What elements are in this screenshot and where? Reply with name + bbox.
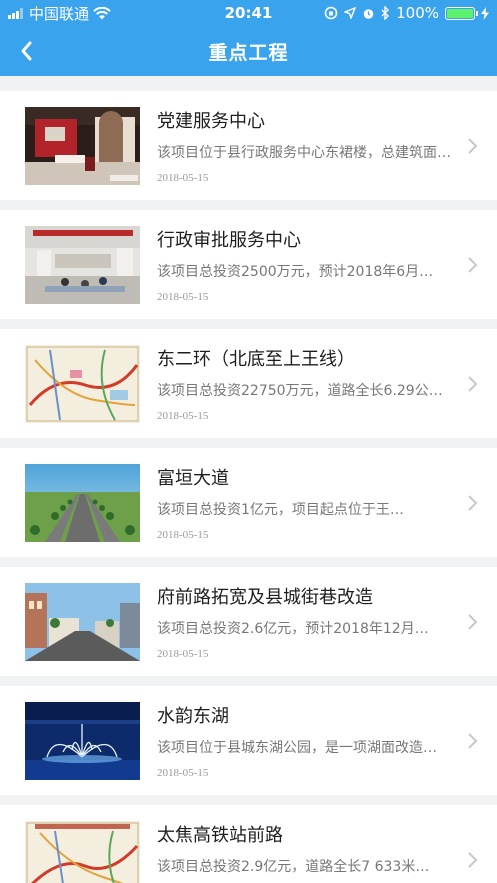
chevron-right-icon bbox=[468, 613, 478, 630]
item-title: 东二环（北底至上王线） bbox=[157, 349, 355, 370]
item-title: 水韵东湖 bbox=[157, 706, 229, 727]
list-item[interactable]: 东二环（北底至上王线） 该项目总投资22750万元，道路全长6.29公里… 20… bbox=[0, 329, 497, 438]
chevron-right-icon bbox=[468, 137, 478, 154]
signal-icon bbox=[8, 7, 23, 19]
item-description: 该项目总投资1亿元，项目起点位于王… bbox=[157, 502, 404, 518]
alarm-icon bbox=[363, 8, 374, 19]
item-date: 2018-05-15 bbox=[157, 291, 209, 303]
item-title: 行政审批服务中心 bbox=[157, 230, 301, 251]
list-item[interactable]: 党建服务中心 该项目位于县行政服务中心东裙楼，总建筑面积… 2018-05-15 bbox=[0, 91, 497, 200]
item-date: 2018-05-15 bbox=[157, 410, 209, 422]
charging-icon bbox=[481, 6, 489, 20]
bluetooth-icon bbox=[381, 6, 390, 20]
list-item[interactable]: 太焦高铁站前路 该项目总投资2.9亿元，道路全长7 633米… 2018-05-… bbox=[0, 805, 497, 883]
chevron-right-icon bbox=[468, 256, 478, 273]
item-body: 富垣大道 该项目总投资1亿元，项目起点位于王… 2018-05-15 bbox=[157, 464, 477, 541]
item-body: 府前路拓宽及县城街巷改造 该项目总投资2.6亿元，预计2018年12月… 201… bbox=[157, 583, 477, 660]
item-body: 水韵东湖 该项目位于县城东湖公园，是一项湖面改造… 2018-05-15 bbox=[157, 702, 477, 779]
chevron-right-icon bbox=[468, 494, 478, 511]
list-item[interactable]: 水韵东湖 该项目位于县城东湖公园，是一项湖面改造… 2018-05-15 bbox=[0, 686, 497, 795]
item-date: 2018-05-15 bbox=[157, 529, 209, 541]
item-body: 太焦高铁站前路 该项目总投资2.9亿元，道路全长7 633米… 2018-05-… bbox=[157, 821, 477, 883]
item-description: 该项目总投资2.9亿元，道路全长7 633米… bbox=[157, 859, 430, 875]
list-item[interactable]: 行政审批服务中心 该项目总投资2500万元，预计2018年6月… 2018-05… bbox=[0, 210, 497, 319]
page-title: 重点工程 bbox=[208, 41, 289, 64]
map-image bbox=[25, 344, 140, 423]
chevron-right-icon bbox=[468, 375, 478, 392]
item-date: 2018-05-15 bbox=[157, 172, 209, 184]
item-body: 党建服务中心 该项目位于县行政服务中心东裙楼，总建筑面积… 2018-05-15 bbox=[157, 107, 477, 184]
service-hall-photo bbox=[25, 225, 140, 304]
project-list: 党建服务中心 该项目位于县行政服务中心东裙楼，总建筑面积… 2018-05-15 bbox=[0, 76, 497, 883]
wifi-icon bbox=[93, 6, 111, 19]
location-icon bbox=[344, 7, 357, 19]
item-description: 该项目总投资2.6亿元，预计2018年12月… bbox=[157, 621, 429, 637]
item-date: 2018-05-15 bbox=[157, 767, 209, 779]
item-body: 行政审批服务中心 该项目总投资2500万元，预计2018年6月… 2018-05… bbox=[157, 226, 477, 303]
carrier-label: 中国联通 bbox=[29, 4, 90, 23]
status-left: 中国联通 bbox=[8, 3, 111, 24]
nav-bar: 重点工程 bbox=[0, 26, 497, 76]
item-description: 该项目位于县城东湖公园，是一项湖面改造… bbox=[157, 740, 437, 756]
fountain-photo bbox=[25, 701, 140, 780]
back-button[interactable] bbox=[6, 31, 46, 71]
street-photo bbox=[25, 582, 140, 661]
item-title: 府前路拓宽及县城街巷改造 bbox=[157, 587, 373, 608]
item-description: 该项目总投资22750万元，道路全长6.29公里… bbox=[157, 383, 455, 399]
list-item[interactable]: 富垣大道 该项目总投资1亿元，项目起点位于王… 2018-05-15 bbox=[0, 448, 497, 557]
item-description: 该项目总投资2500万元，预计2018年6月… bbox=[157, 264, 434, 280]
item-title: 太焦高铁站前路 bbox=[157, 825, 283, 846]
item-body: 东二环（北底至上王线） 该项目总投资22750万元，道路全长6.29公里… 20… bbox=[157, 345, 477, 422]
map-image bbox=[25, 820, 140, 883]
item-title: 富垣大道 bbox=[157, 468, 229, 489]
chevron-right-icon bbox=[468, 732, 478, 749]
chevron-right-icon bbox=[468, 851, 478, 868]
status-right: 100% bbox=[324, 4, 489, 22]
item-date: 2018-05-15 bbox=[157, 648, 209, 660]
chevron-left-icon bbox=[21, 41, 32, 61]
battery-icon bbox=[445, 6, 478, 20]
status-bar: 中国联通 20:41 100% bbox=[0, 0, 497, 26]
battery-percent: 100% bbox=[396, 4, 439, 22]
item-title: 党建服务中心 bbox=[157, 111, 265, 132]
hall-photo bbox=[25, 106, 140, 185]
orientation-lock-icon bbox=[324, 6, 338, 20]
item-description: 该项目位于县行政服务中心东裙楼，总建筑面积… bbox=[157, 145, 455, 161]
list-item[interactable]: 府前路拓宽及县城街巷改造 该项目总投资2.6亿元，预计2018年12月… 201… bbox=[0, 567, 497, 676]
road-photo bbox=[25, 463, 140, 542]
